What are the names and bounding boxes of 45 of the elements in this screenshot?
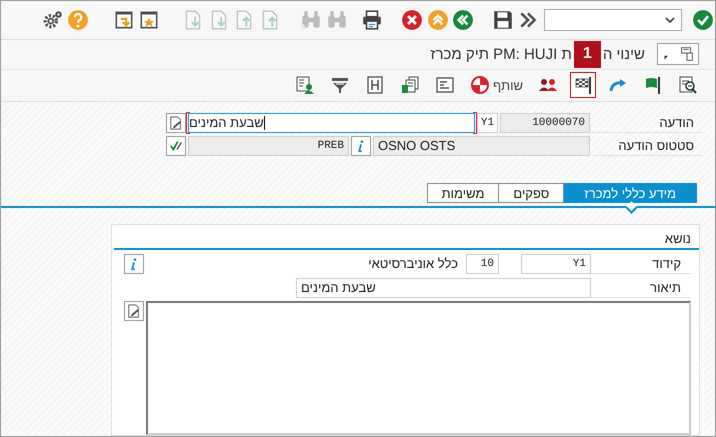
tab[interactable]: מידע כללי למכרז: [564, 183, 697, 203]
long-text-button[interactable]: [124, 301, 144, 321]
system-status-field: OSNO OSTS: [373, 136, 590, 156]
description-input[interactable]: שבעת המינים: [188, 112, 475, 132]
long-text-button[interactable]: [166, 112, 186, 132]
info-button[interactable]: [124, 254, 144, 274]
dropdown-caret-icon: [664, 17, 675, 24]
field-label: תיאור: [591, 278, 691, 298]
group-text: כלל אוניברסיטאי: [368, 256, 458, 271]
field-label: סטטוס הודעה: [592, 136, 702, 156]
person-list-icon: [295, 75, 316, 96]
field-label: הודעה: [592, 112, 702, 132]
section-title: נושא: [664, 231, 691, 246]
checkered-flag-button[interactable]: [570, 72, 596, 98]
edit-document-icon: [169, 116, 183, 130]
documents-icon: [400, 75, 420, 96]
notification-type-field: Y1: [477, 112, 498, 132]
field-label: קידוד: [591, 254, 691, 274]
notification-number-field: 10000070: [500, 112, 590, 132]
description-field: שבעת המינים: [296, 278, 591, 298]
code-field: Y1: [521, 254, 591, 274]
back-icon[interactable]: [451, 8, 475, 32]
flag-icon: [643, 75, 663, 96]
status-check-button[interactable]: [166, 136, 186, 156]
form-icon: [435, 75, 456, 96]
magnifier-list-icon: [678, 75, 698, 96]
info-button[interactable]: [351, 136, 371, 156]
partner-button[interactable]: שותף: [467, 72, 526, 98]
tab[interactable]: ספקים: [499, 183, 564, 203]
edit-document-icon: [127, 304, 141, 318]
group-field: 10: [466, 254, 499, 274]
window-title: שינוי ה: [602, 46, 645, 63]
cancel-icon[interactable]: [400, 8, 424, 32]
checkered-flag-icon: [573, 75, 593, 96]
callout-badge: 1: [574, 40, 601, 68]
checkmark-icon: [169, 138, 183, 152]
funnel-icon: [330, 75, 350, 96]
letter-box-icon: [365, 75, 386, 96]
enter-icon[interactable]: [692, 8, 715, 32]
command-field[interactable]: [544, 9, 682, 32]
quartered-circle-icon: [470, 75, 490, 96]
layout-menu-button[interactable]: [657, 43, 699, 66]
tab[interactable]: משימות: [426, 183, 500, 203]
window-title: ת PM: HUJI תיק מכרז: [430, 46, 572, 63]
user-status-field: PREB: [188, 136, 349, 156]
